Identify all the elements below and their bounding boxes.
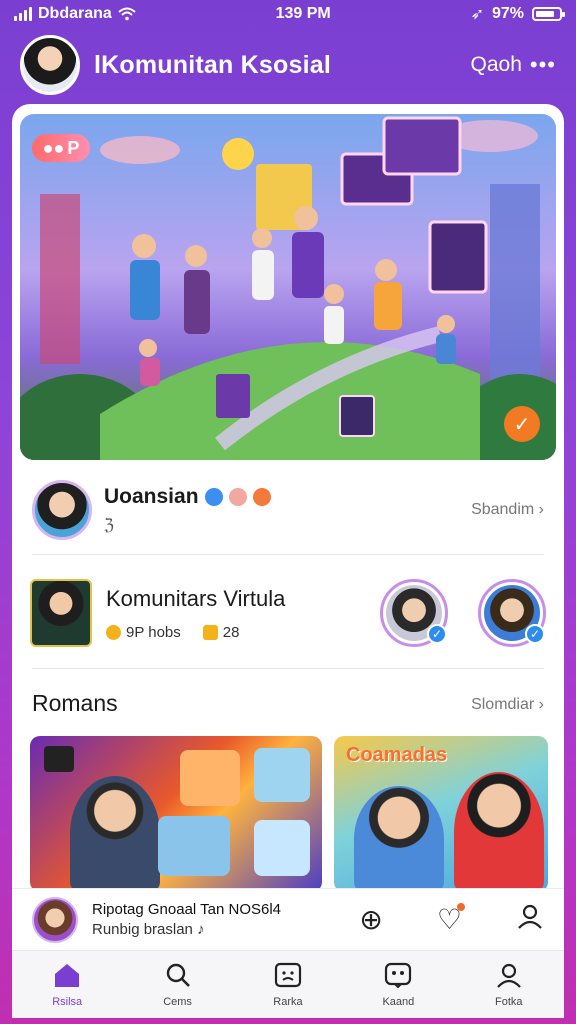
tab-rarka[interactable]: Rarka xyxy=(243,962,333,1008)
app-header: lKomunitan Ksosial Qaoh ••• xyxy=(0,28,576,102)
verified-icon: ✓ xyxy=(427,624,447,644)
add-circle-icon[interactable]: ⊕ xyxy=(359,903,382,936)
edit-fab-icon[interactable]: ✓ xyxy=(504,406,540,442)
content-tile[interactable] xyxy=(30,736,322,892)
featured-user-name: Uoansian xyxy=(104,485,199,508)
tab-label: Kaand xyxy=(382,995,415,1008)
lock-icon xyxy=(202,624,218,640)
status-bar: Dbdarana 139 PM ➶ 97% xyxy=(0,0,576,28)
chevron-right-icon: › xyxy=(538,501,544,518)
chevron-right-icon: › xyxy=(538,696,544,713)
hero-badge: ●● P xyxy=(32,134,90,162)
featured-user-avatar[interactable] xyxy=(32,480,92,540)
app-title: lKomunitan Ksosial xyxy=(94,50,331,79)
more-icon[interactable]: ••• xyxy=(530,52,556,78)
content-tile[interactable]: Coamadas xyxy=(334,736,548,892)
tile-title: Coamadas xyxy=(346,744,448,766)
tab-label: Cems xyxy=(163,995,192,1008)
featured-user-sub: ℨ xyxy=(104,517,114,534)
member-avatar[interactable]: ✓ xyxy=(380,579,448,647)
community-count-label: 28 xyxy=(222,623,240,641)
hero-badge-text: P xyxy=(67,137,80,158)
featured-user-link-label: Sbandim xyxy=(471,501,535,518)
tab-label: Fotka xyxy=(494,995,523,1008)
wifi-icon xyxy=(118,7,136,21)
header-action-label[interactable]: Qaoh xyxy=(471,53,522,77)
tab-home[interactable]: Rsilsa xyxy=(22,962,112,1008)
community-thumbnail[interactable] xyxy=(30,579,92,647)
tab-profile[interactable]: Fotka xyxy=(464,962,554,1008)
now-playing-sub: Runbig braslan ♪ xyxy=(92,921,281,938)
community-members: 9P hobs xyxy=(106,624,181,641)
featured-user-row[interactable]: Uoansian ℨ Sbandim › xyxy=(12,468,564,552)
blue-emoji-icon xyxy=(204,488,223,506)
now-playing-avatar[interactable] xyxy=(32,896,78,943)
section-link[interactable]: Slomdiar › xyxy=(471,696,544,714)
now-playing-bar[interactable]: Ripotag Gnoaal Tan NOS6l4 Runbig braslan… xyxy=(12,888,564,950)
member-avatar[interactable]: ✓ xyxy=(478,579,546,647)
music-icon: ♪ xyxy=(197,921,205,938)
battery-icon xyxy=(532,7,565,21)
profile-icon xyxy=(496,962,522,992)
search-icon xyxy=(165,962,191,992)
featured-user-link[interactable]: Sbandim › xyxy=(471,501,544,519)
tab-bar: Rsilsa Cems Rarka Kaand Fotka xyxy=(12,950,564,1018)
chat-face-icon xyxy=(384,962,412,992)
section-link-label: Slomdiar xyxy=(471,696,535,713)
pig-icon: ●● xyxy=(42,137,65,158)
tab-search[interactable]: Cems xyxy=(133,962,223,1008)
heart-icon[interactable]: ♡ xyxy=(437,903,466,936)
header-actions: Qaoh ••• xyxy=(471,52,556,78)
profile-avatar[interactable] xyxy=(20,35,80,95)
status-left: Dbdarana xyxy=(14,5,136,23)
signal-icon xyxy=(14,7,32,21)
verified-icon: ✓ xyxy=(525,624,545,644)
location-icon: ➶ xyxy=(470,6,484,23)
tab-label: Rarka xyxy=(273,995,303,1008)
divider xyxy=(32,668,544,669)
home-icon xyxy=(53,962,81,992)
carrier-label: Dbdarana xyxy=(38,5,112,22)
divider xyxy=(32,554,544,555)
community-title: Komunitars Virtula xyxy=(106,585,286,611)
main-card: ●● P ✓ Uoansian ℨ Sbandim › Komunitars V… xyxy=(12,104,564,964)
hero-banner[interactable]: ●● P ✓ xyxy=(20,114,556,460)
community-members-label: 9P hobs xyxy=(126,623,181,641)
community-count: 28 xyxy=(202,623,240,641)
now-playing-title: Ripotag Gnoaal Tan NOS6l4 xyxy=(92,901,282,918)
battery-percent: 97% xyxy=(491,5,524,22)
fire-emoji-icon xyxy=(252,488,271,506)
tab-label: Rsilsa xyxy=(52,995,83,1008)
section-title: Romans xyxy=(32,690,118,716)
face-frame-icon xyxy=(274,962,302,992)
status-right: ➶ 97% xyxy=(470,4,565,24)
profile-outline-icon[interactable] xyxy=(516,902,544,937)
hero-illustration xyxy=(20,116,556,460)
coin-icon xyxy=(106,624,121,640)
face-emoji-icon xyxy=(228,488,247,506)
now-playing-sub-label: Runbig braslan xyxy=(92,921,193,938)
community-row[interactable]: Komunitars Virtula 9P hobs 28 ✓ ✓ xyxy=(12,562,564,664)
tab-kaand[interactable]: Kaand xyxy=(353,962,443,1008)
clock: 139 PM xyxy=(275,5,331,22)
